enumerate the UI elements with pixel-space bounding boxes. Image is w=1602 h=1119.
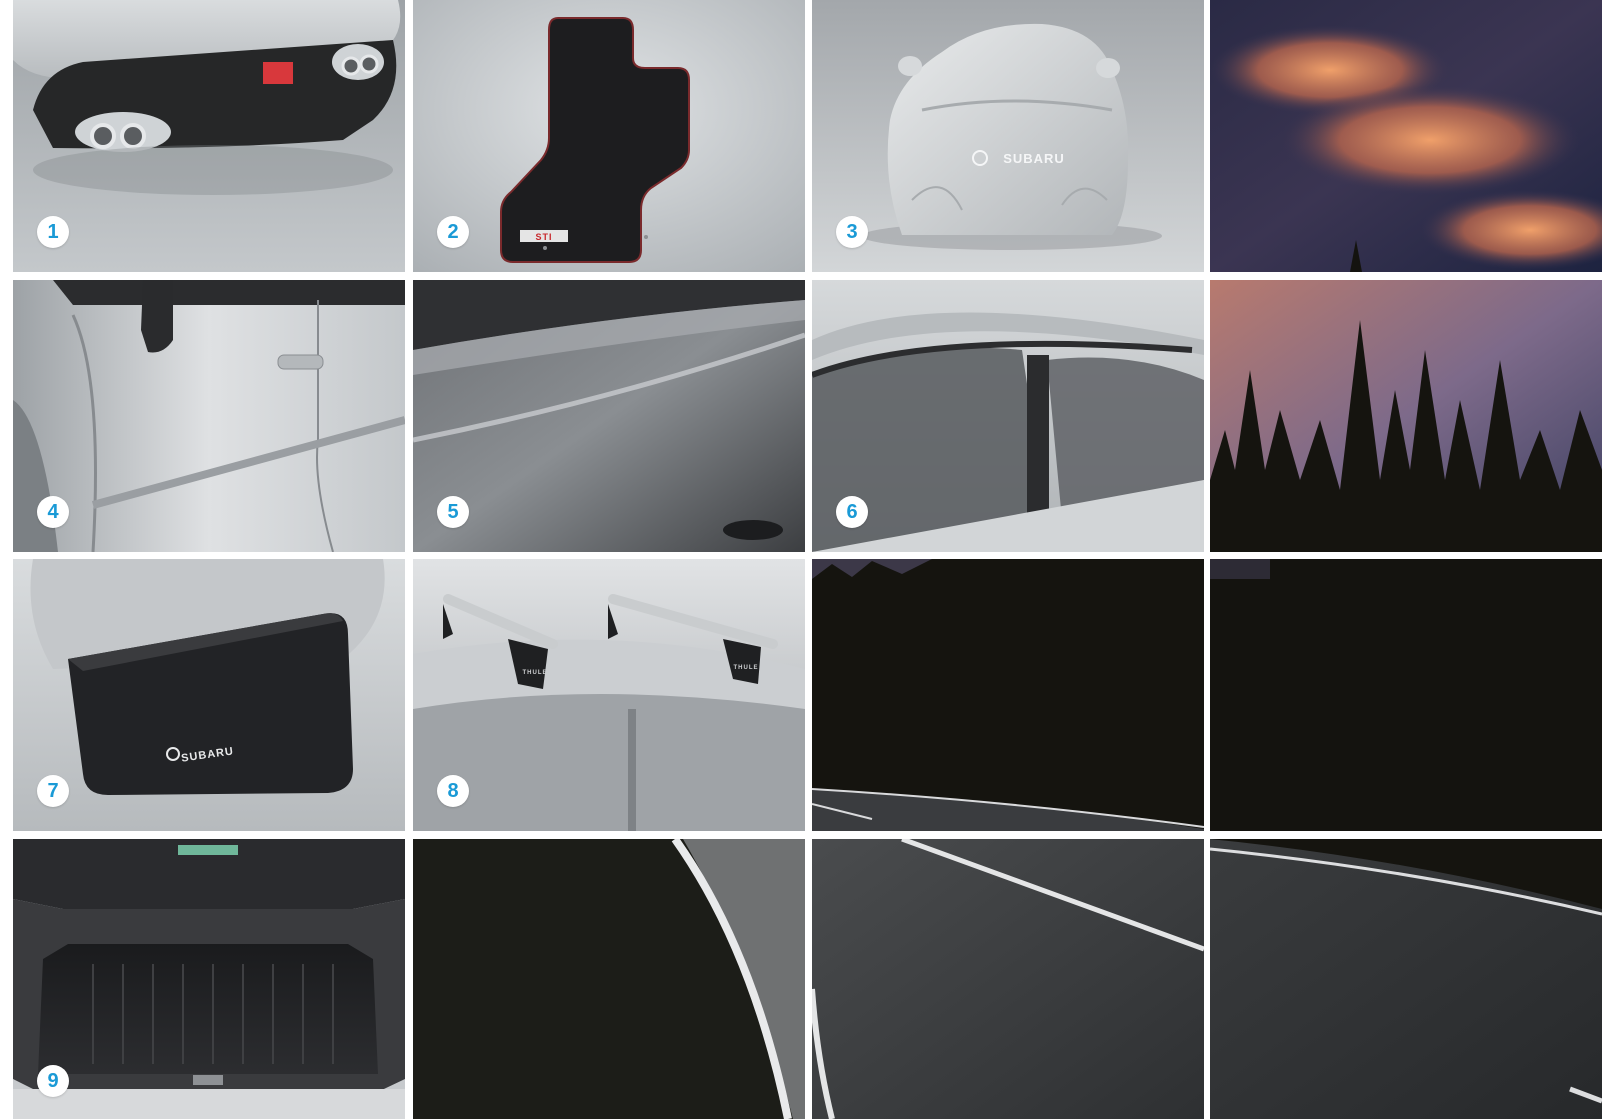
- scenery-road-tile-3: [1210, 839, 1602, 1119]
- mat-badge-text: STI: [535, 232, 552, 242]
- accessories-page: 1 STI 2 SUBARU 3 4 5 6 SUBARU 7 THULE TH…: [0, 0, 1602, 1119]
- cargo-tray-image: [13, 839, 405, 1119]
- roof-rack-image: THULE THULE: [413, 559, 805, 831]
- accessory-tile-3: SUBARU 3: [812, 0, 1204, 272]
- side-body-moulding-image: [13, 280, 405, 552]
- accessory-tile-7: SUBARU 7: [13, 559, 405, 831]
- road-edge-image: [413, 839, 805, 1119]
- sunset-sky-image: [1210, 0, 1602, 272]
- accessory-number-badge: 7: [37, 775, 69, 807]
- scenery-road-tile-2: [812, 839, 1204, 1119]
- accessory-number-badge: 4: [37, 496, 69, 528]
- accessory-tile-5: 5: [413, 280, 805, 552]
- weathershields-image: [812, 280, 1204, 552]
- forest-dark-image: [1210, 559, 1602, 831]
- sunset-trees-image: [1210, 280, 1602, 552]
- scenery-sky-tile: [1210, 0, 1602, 272]
- road-surface-image-2: [1210, 839, 1602, 1119]
- accessory-number-badge: 9: [37, 1065, 69, 1097]
- accessory-tile-6: 6: [812, 280, 1204, 552]
- roof-rack-label-2: THULE: [734, 665, 759, 671]
- scenery-forest-tile-2: [1210, 559, 1602, 831]
- accessory-tile-9: 9: [13, 839, 405, 1119]
- rear-diffuser-exhaust-image: [13, 0, 405, 272]
- floor-mat-image: STI: [413, 0, 805, 272]
- accessory-tile-2: STI 2: [413, 0, 805, 272]
- forest-road-image: [812, 559, 1204, 831]
- scenery-trees-tile: [1210, 280, 1602, 552]
- accessory-number-badge: 1: [37, 216, 69, 248]
- scenery-forest-tile-1: [812, 559, 1204, 831]
- accessory-number-badge: 6: [836, 496, 868, 528]
- accessory-tile-1: 1: [13, 0, 405, 272]
- accessory-number-badge: 5: [437, 496, 469, 528]
- accessory-tile-4: 4: [13, 280, 405, 552]
- accessory-number-badge: 8: [437, 775, 469, 807]
- road-surface-image: [812, 839, 1204, 1119]
- rear-bumper-protector-image: [413, 280, 805, 552]
- accessory-number-badge: 2: [437, 216, 469, 248]
- scenery-road-tile-1: [413, 839, 805, 1119]
- accessory-tile-8: THULE THULE 8: [413, 559, 805, 831]
- accessory-number-badge: 3: [836, 216, 868, 248]
- cover-logo-text: SUBARU: [1003, 151, 1065, 166]
- car-cover-image: SUBARU: [812, 0, 1204, 272]
- roof-rack-label-1: THULE: [523, 670, 548, 676]
- fender-cover-image: SUBARU: [13, 559, 405, 831]
